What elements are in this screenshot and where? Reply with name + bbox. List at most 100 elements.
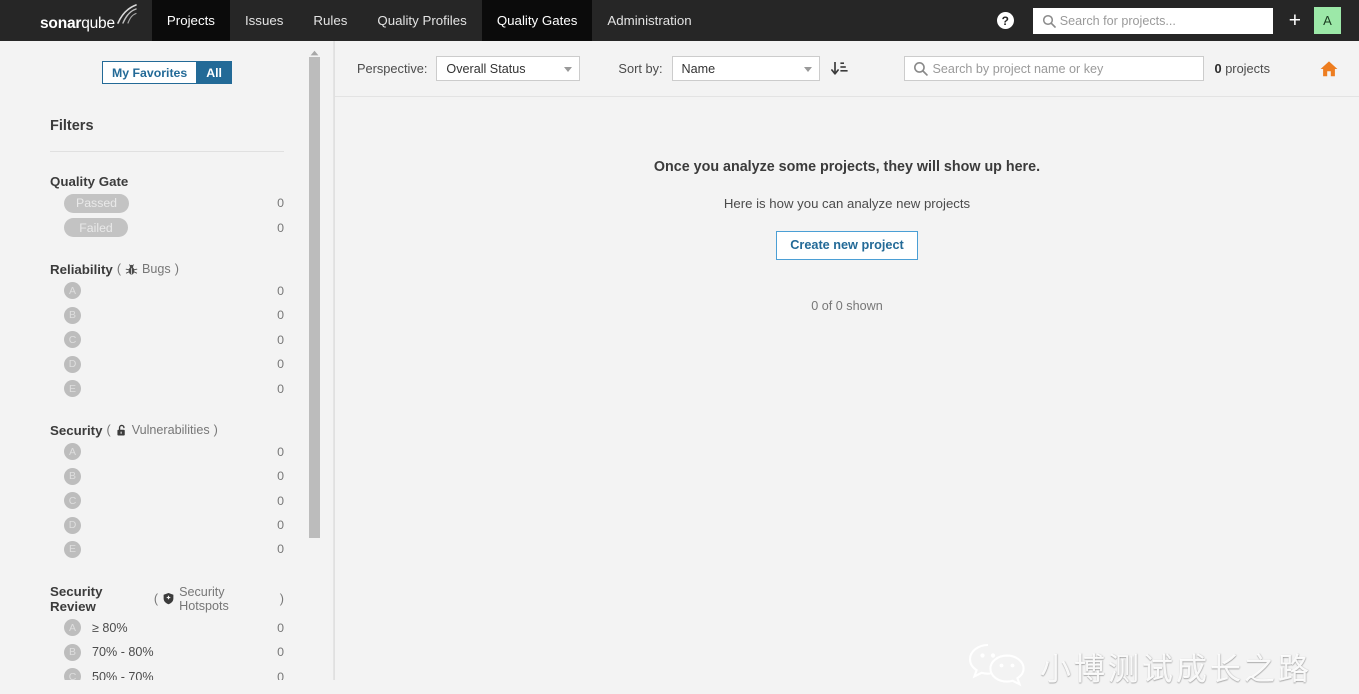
facet-row-passed[interactable]: Passed 0 (50, 191, 284, 215)
facet-row-reliability-b[interactable]: B 0 (50, 303, 284, 327)
facet-row-security-d[interactable]: D 0 (50, 513, 284, 537)
facet-title-text: Quality Gate (50, 174, 128, 189)
project-count-unit: projects (1225, 61, 1270, 76)
facet-security-title: Security ( Vulnerabilities ) (50, 401, 284, 440)
search-icon (913, 61, 928, 81)
facet-count-security-review-c: 0 (277, 670, 284, 680)
all-projects-button[interactable]: All (196, 61, 232, 84)
nav-tab-rules[interactable]: Rules (298, 0, 362, 41)
facet-row-reliability-a[interactable]: A 0 (50, 279, 284, 303)
sidebar-scrollbar-thumb[interactable] (309, 57, 320, 538)
global-search-box[interactable] (1033, 8, 1273, 34)
user-avatar[interactable]: A (1314, 7, 1341, 34)
empty-state-title: Once you analyze some projects, they wil… (335, 159, 1359, 175)
facet-quality-gate-title: Quality Gate (50, 152, 284, 191)
facet-row-security-review-a[interactable]: A ≥ 80% 0 (50, 616, 284, 640)
paren-open: ( (106, 423, 110, 437)
projects-toolbar: Perspective: Overall Status Sort by: Nam… (335, 41, 1359, 97)
rating-badge-e: E (64, 541, 81, 558)
facet-row-reliability-d[interactable]: D 0 (50, 352, 284, 376)
perspective-selected-value: Overall Status (446, 62, 525, 76)
shown-count-text: 0 of 0 shown (335, 299, 1359, 313)
rating-badge-d: D (64, 356, 81, 373)
nav-tab-issues[interactable]: Issues (230, 0, 298, 41)
logo-light-text: qube (81, 15, 115, 32)
facet-subtitle-text: Security Hotspots (179, 585, 276, 613)
facet-row-security-review-b[interactable]: B 70% - 80% 0 (50, 640, 284, 664)
paren-open: ( (154, 592, 158, 606)
facet-label-security-review-b: 70% - 80% (92, 645, 154, 659)
perspective-label: Perspective: (357, 61, 427, 76)
facet-count-reliability-b: 0 (277, 308, 284, 322)
facet-row-security-e[interactable]: E 0 (50, 537, 284, 561)
facet-count-failed: 0 (277, 221, 284, 235)
project-search-box[interactable] (904, 56, 1204, 81)
logo-bold-text: sonar (40, 15, 81, 32)
rating-badge-c: C (64, 492, 81, 509)
facet-row-security-c[interactable]: C 0 (50, 489, 284, 513)
facet-title-text: Reliability (50, 262, 113, 277)
paren-close: ) (175, 262, 179, 276)
my-favorites-button[interactable]: My Favorites (102, 61, 196, 84)
facet-label-security-review-c: 50% - 70% (92, 670, 154, 680)
nav-tab-quality-profiles[interactable]: Quality Profiles (362, 0, 481, 41)
rating-badge-b: B (64, 644, 81, 661)
facet-count-security-a: 0 (277, 445, 284, 459)
facet-count-reliability-c: 0 (277, 333, 284, 347)
facet-security-review: Security Review ( Security Hotspots ) A … (0, 562, 334, 680)
sonarqube-logo-link[interactable]: sonarqube (0, 0, 152, 41)
facet-count-security-review-a: 0 (277, 621, 284, 635)
facet-subtitle-text: Bugs (142, 262, 171, 276)
help-icon[interactable]: ? (997, 12, 1014, 29)
perspective-select[interactable]: Overall Status (436, 56, 580, 81)
facet-count-reliability-e: 0 (277, 382, 284, 396)
facet-count-passed: 0 (277, 196, 284, 210)
facet-row-security-a[interactable]: A 0 (50, 440, 284, 464)
sonarqube-arcs-icon (116, 4, 138, 30)
facet-title-text: Security Review (50, 584, 150, 614)
facet-count-security-e: 0 (277, 542, 284, 556)
paren-open: ( (117, 262, 121, 276)
sort-by-label: Sort by: (618, 61, 662, 76)
facet-row-failed[interactable]: Failed 0 (50, 215, 284, 239)
facet-count-security-c: 0 (277, 494, 284, 508)
rating-badge-e: E (64, 380, 81, 397)
nav-tab-administration[interactable]: Administration (592, 0, 706, 41)
facet-quality-gate: Quality Gate Passed 0 Failed 0 (0, 152, 334, 240)
home-icon[interactable] (1319, 59, 1339, 79)
add-new-button[interactable]: + (1289, 10, 1301, 31)
favorites-toggle-row: My Favorites All (0, 41, 334, 84)
sort-by-select[interactable]: Name (672, 56, 820, 81)
facet-row-reliability-c[interactable]: C 0 (50, 328, 284, 352)
sort-ascending-icon[interactable] (831, 60, 848, 77)
rating-badge-c: C (64, 668, 81, 680)
bug-icon (125, 263, 138, 276)
project-search-input[interactable] (905, 57, 1203, 80)
paren-close: ) (280, 592, 284, 606)
chevron-down-icon (564, 67, 572, 72)
rating-badge-d: D (64, 517, 81, 534)
facet-count-reliability-d: 0 (277, 357, 284, 371)
create-new-project-button[interactable]: Create new project (776, 231, 918, 260)
facet-row-security-b[interactable]: B 0 (50, 464, 284, 488)
sort-selected-value: Name (682, 62, 716, 76)
chevron-down-icon (804, 67, 812, 72)
filters-heading: Filters (0, 84, 334, 134)
status-badge-passed: Passed (64, 194, 129, 213)
facet-row-security-review-c[interactable]: C 50% - 70% 0 (50, 664, 284, 680)
sonarqube-wordmark: sonarqube (40, 16, 115, 32)
sidebar-scrollbar[interactable] (309, 41, 320, 680)
global-search-input[interactable] (1034, 9, 1272, 33)
facet-count-security-d: 0 (277, 518, 284, 532)
status-badge-failed: Failed (64, 218, 128, 237)
facet-count-security-review-b: 0 (277, 645, 284, 659)
nav-tab-quality-gates[interactable]: Quality Gates (482, 0, 593, 41)
facet-row-reliability-e[interactable]: E 0 (50, 376, 284, 400)
project-count-number: 0 (1215, 61, 1222, 76)
facet-reliability-title: Reliability ( Bugs (50, 240, 284, 279)
paren-close: ) (214, 423, 218, 437)
facet-count-security-b: 0 (277, 469, 284, 483)
rating-badge-a: A (64, 443, 81, 460)
rating-badge-a: A (64, 619, 81, 636)
nav-tab-projects[interactable]: Projects (152, 0, 230, 41)
